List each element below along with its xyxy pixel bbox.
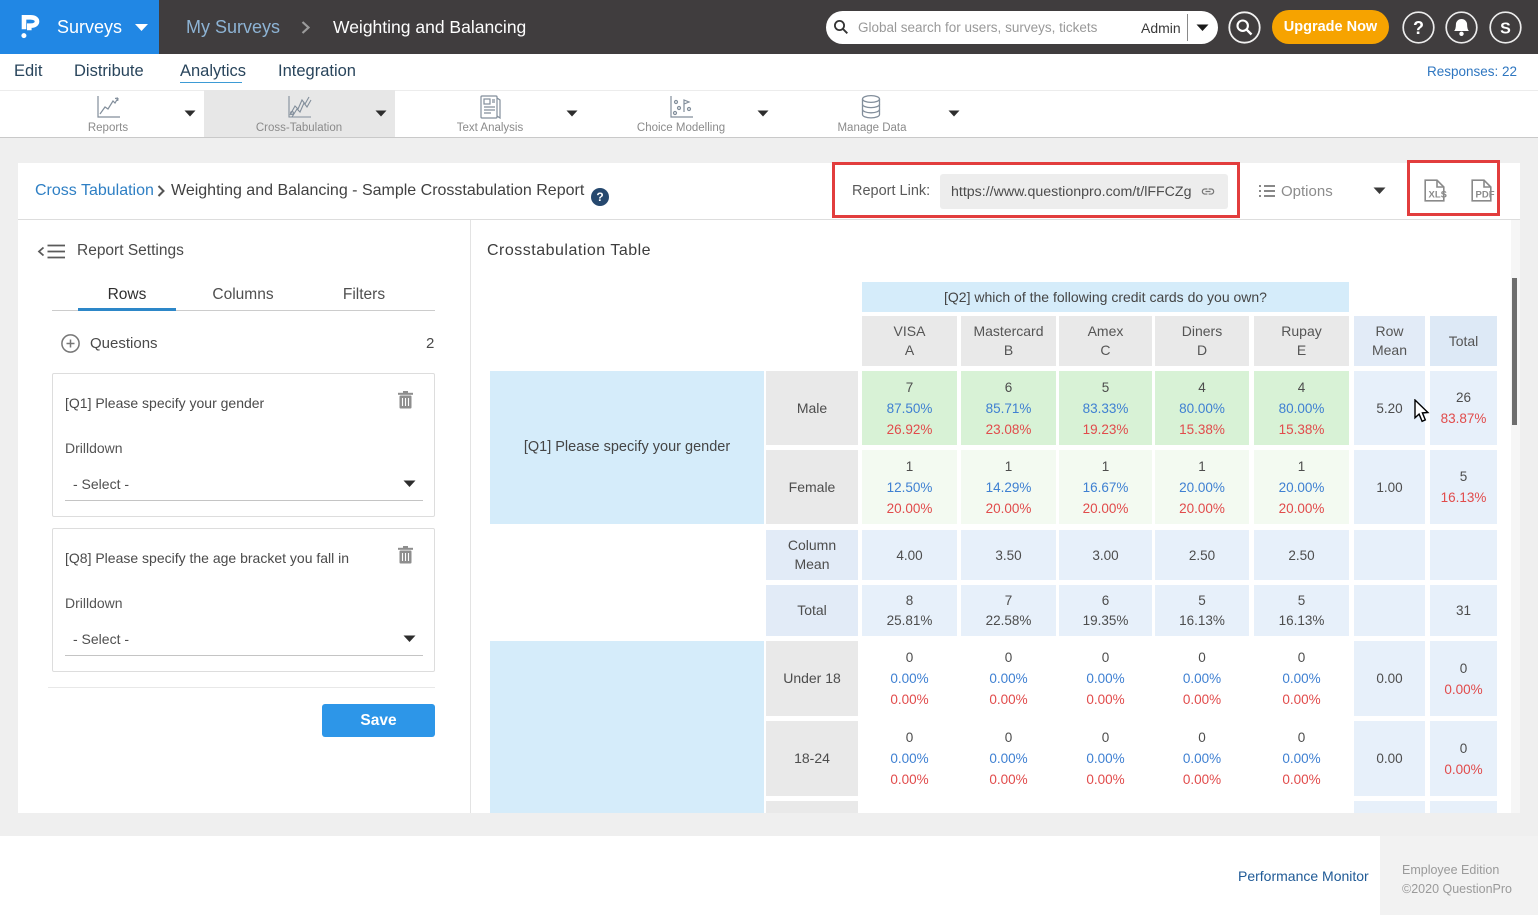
svg-text:?: ? xyxy=(1413,18,1424,38)
svg-text:S: S xyxy=(1500,21,1511,38)
